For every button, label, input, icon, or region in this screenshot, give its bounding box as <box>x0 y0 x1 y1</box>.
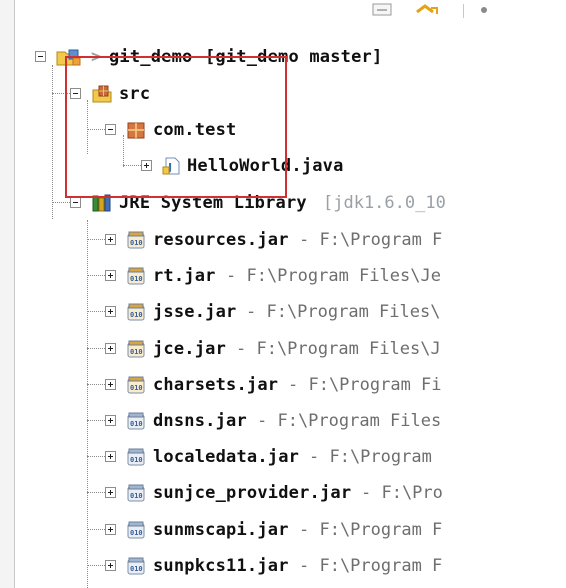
collapse-toggle[interactable] <box>70 197 81 208</box>
jar-icon: 010 <box>127 267 145 285</box>
tree-row-jar[interactable]: 010 jce.jar - F:\Program Files\J <box>15 335 566 365</box>
tree-guide <box>87 420 105 421</box>
jar-icon: 010 <box>127 484 145 502</box>
tree-row-jar[interactable]: 010 dnsns.jar - F:\Program Files <box>15 407 566 437</box>
jar-path: - F:\Program <box>309 447 432 468</box>
tree-guide <box>87 311 105 313</box>
jar-icon: 010 <box>127 231 145 249</box>
jar-name[interactable]: charsets.jar <box>153 374 278 396</box>
jar-name[interactable]: sunpkcs11.jar <box>153 555 289 577</box>
tree-guide <box>87 564 105 566</box>
jar-path: - F:\Program F <box>299 519 443 540</box>
svg-text:010: 010 <box>130 348 143 356</box>
tree-guide <box>87 456 105 458</box>
jar-icon: 010 <box>127 376 145 394</box>
expand-toggle[interactable] <box>105 270 116 282</box>
highlight-box <box>65 56 287 198</box>
expand-toggle[interactable] <box>105 415 116 426</box>
tree-row-jar[interactable]: 010 sunmscapi.jar - F:\Program F <box>15 516 566 546</box>
jar-name[interactable]: jsse.jar <box>153 301 236 323</box>
tree-row-jar[interactable]: 010 jsse.jar - F:\Program Files\ <box>15 298 566 328</box>
jar-icon: 010 <box>127 303 145 321</box>
jar-path: - F:\Program F <box>299 555 443 576</box>
svg-text:010: 010 <box>130 565 143 573</box>
jar-name[interactable]: rt.jar <box>153 265 216 287</box>
expand-toggle[interactable] <box>105 342 116 354</box>
tree-guide <box>52 202 70 203</box>
tree-guide <box>87 239 105 240</box>
svg-text:010: 010 <box>130 311 143 319</box>
tree-row-jar[interactable]: 010 resources.jar - F:\Program F <box>15 226 566 256</box>
svg-text:010: 010 <box>130 239 143 247</box>
jar-path: - F:\Program Files <box>257 411 442 431</box>
svg-text:010: 010 <box>130 529 143 537</box>
jar-path: - F:\Pro <box>361 483 443 504</box>
collapse-toggle[interactable] <box>35 51 46 62</box>
jar-name[interactable]: jce.jar <box>153 338 226 360</box>
jar-icon: 010 <box>127 448 145 466</box>
jar-icon: 010 <box>127 557 145 575</box>
svg-text:010: 010 <box>130 492 143 500</box>
tree-guide <box>87 347 105 349</box>
jar-name[interactable]: resources.jar <box>153 229 289 251</box>
jar-path: - F:\Program Files\ <box>246 302 441 323</box>
svg-text:010: 010 <box>130 384 143 392</box>
tree-guide <box>87 383 105 385</box>
expand-toggle[interactable] <box>105 487 116 499</box>
expand-toggle[interactable] <box>105 306 116 318</box>
package-explorer-view: > git_demo [git_demo master] src com.tes… <box>14 0 566 588</box>
tree-guide <box>87 492 105 494</box>
jar-icon: 010 <box>127 412 145 430</box>
jar-path: - F:\Program Fi <box>288 374 442 395</box>
jar-path: - F:\Program Files\Je <box>226 266 441 287</box>
tree-row-jar[interactable]: 010 sunpkcs11.jar - F:\Program F <box>15 552 566 582</box>
tree-guide <box>87 528 105 530</box>
tree-row-jar[interactable]: 010 rt.jar - F:\Program Files\Je <box>15 262 566 292</box>
tree-row-jar[interactable]: 010 sunjce_provider.jar - F:\Pro <box>15 479 566 509</box>
expand-toggle[interactable] <box>105 378 116 390</box>
jar-name[interactable]: localedata.jar <box>153 446 299 468</box>
expand-toggle[interactable] <box>105 234 116 245</box>
jar-path: - F:\Program Files\J <box>236 338 441 359</box>
jar-icon: 010 <box>127 521 145 539</box>
jar-name[interactable]: sunjce_provider.jar <box>153 482 351 504</box>
tree-guide <box>87 275 105 277</box>
svg-text:010: 010 <box>130 456 143 464</box>
jar-path: - F:\Program F <box>299 230 443 250</box>
tree-row-jar[interactable]: 010 localedata.jar - F:\Program <box>15 443 566 473</box>
svg-text:010: 010 <box>130 275 143 283</box>
svg-text:010: 010 <box>130 420 143 428</box>
expand-toggle[interactable] <box>105 559 116 571</box>
jar-icon: 010 <box>127 340 145 358</box>
jar-name[interactable]: dnsns.jar <box>153 410 247 432</box>
project-tree: > git_demo [git_demo master] src com.tes… <box>15 0 566 588</box>
expand-toggle[interactable] <box>105 451 116 463</box>
jar-name[interactable]: sunmscapi.jar <box>153 519 289 541</box>
library-version: [jdk1.6.0_10 <box>323 193 446 213</box>
expand-toggle[interactable] <box>105 523 116 535</box>
tree-row-jar[interactable]: 010 charsets.jar - F:\Program Fi <box>15 371 566 401</box>
